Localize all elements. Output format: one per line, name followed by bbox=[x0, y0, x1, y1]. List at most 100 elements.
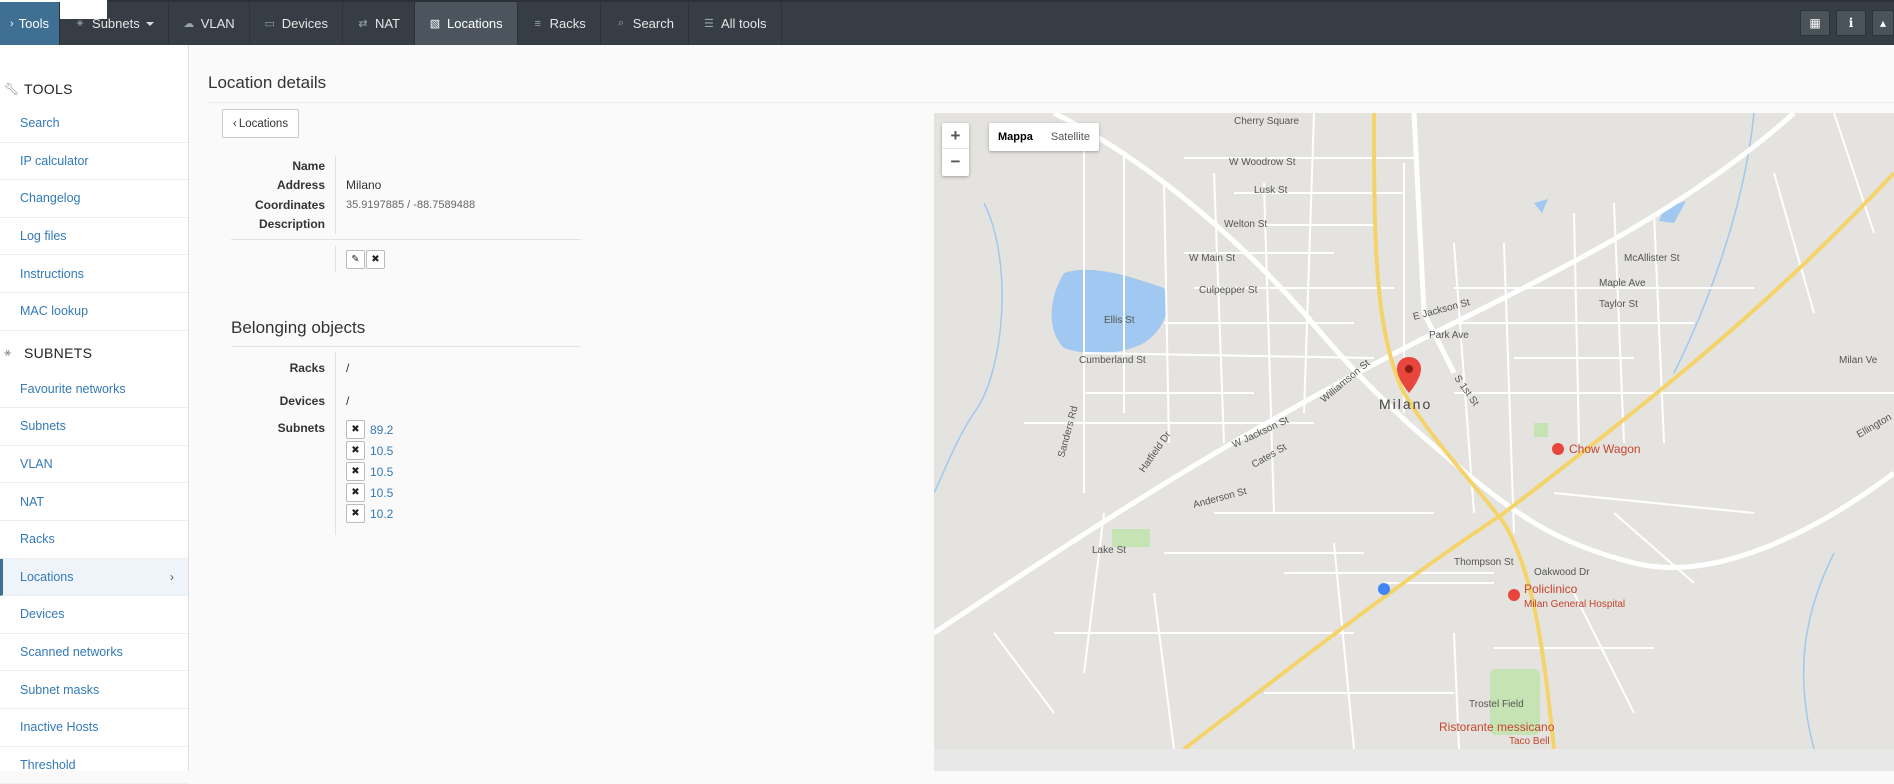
edit-location-button[interactable]: ✎ bbox=[346, 250, 365, 269]
street-label: Trostel Field bbox=[1469, 699, 1524, 710]
chevron-right-icon: › bbox=[170, 570, 174, 584]
nav-tools[interactable]: › Tools bbox=[0, 2, 60, 45]
subnet-row: ✖ 10.5 bbox=[346, 482, 393, 503]
sidebar-item-subnets[interactable]: Subnets bbox=[0, 408, 188, 446]
poi-taco-bell[interactable]: Taco Bell bbox=[1509, 736, 1550, 747]
street-label: Park Ave bbox=[1429, 330, 1469, 341]
location-details-table: Name Address Milano Coordinates 35.91978… bbox=[231, 156, 581, 234]
poi-hospital[interactable]: Milan General Hospital bbox=[1524, 599, 1625, 610]
sidebar-item-locations[interactable]: Locations› bbox=[0, 559, 188, 597]
sidebar-item-search[interactable]: Search bbox=[0, 105, 188, 143]
sidebar-item-label: Subnets bbox=[20, 419, 66, 433]
sidebar-subnets-list: Favourite networks Subnets VLAN NATRacksLoc… bbox=[0, 371, 188, 784]
address-value: Milano bbox=[335, 176, 381, 196]
map-type-satellite-button[interactable]: Satellite bbox=[1042, 123, 1099, 151]
poi-chow-wagon[interactable]: Chow Wagon bbox=[1569, 442, 1641, 456]
nav-racks[interactable]: ≡ Racks bbox=[518, 2, 601, 45]
subnet-row: ✖ 10.5 bbox=[346, 440, 393, 461]
subnet-link[interactable]: 10.5 bbox=[370, 444, 393, 458]
nav-nat[interactable]: ⇄ NAT bbox=[343, 2, 415, 45]
subnets-value: ✖ 89.2 ✖ 10.5 ✖ 10.5 ✖ 10.5 ✖ 10.2 bbox=[335, 417, 393, 535]
sidebar-item-instructions[interactable]: Instructions bbox=[0, 255, 188, 293]
street-label: Lake St bbox=[1092, 545, 1126, 556]
sidebar-item-changelog[interactable]: Changelog bbox=[0, 180, 188, 218]
subnet-link[interactable]: 10.5 bbox=[370, 465, 393, 479]
subnet-link[interactable]: 10.5 bbox=[370, 486, 393, 500]
belonging-row-devices: Devices / bbox=[231, 384, 581, 417]
coordinates-label: Coordinates bbox=[231, 195, 335, 215]
remove-subnet-button[interactable]: ✖ bbox=[346, 441, 365, 460]
map-icon: ▧ bbox=[429, 17, 441, 30]
hospital-poi-icon[interactable] bbox=[1508, 589, 1520, 601]
delete-location-button[interactable]: ✖ bbox=[366, 250, 385, 269]
sidebar-item-mac-lookup[interactable]: MAC lookup bbox=[0, 293, 188, 331]
zoom-in-button[interactable]: + bbox=[942, 123, 969, 149]
racks-value: / bbox=[335, 352, 349, 384]
desktop-icon: ▭ bbox=[264, 17, 276, 30]
sidebar-item-favourite-networks[interactable]: Favourite networks bbox=[0, 371, 188, 409]
sidebar-item-subnet-masks[interactable]: Subnet masks bbox=[0, 671, 188, 709]
location-map[interactable]: Cherry SquareW Woodrow StLusk StWelton S… bbox=[934, 113, 1894, 749]
sidebar-item-log-files[interactable]: Log files bbox=[0, 218, 188, 256]
top-nav: › Tools ⚹ Subnets ☁ VLAN ▭ Devices ⇄ NAT… bbox=[0, 2, 782, 45]
nav-locations[interactable]: ▧ Locations bbox=[415, 2, 518, 45]
school-poi-icon[interactable] bbox=[1378, 583, 1390, 595]
nav-all-tools[interactable]: ☰ All tools bbox=[689, 2, 782, 45]
nav-vlan[interactable]: ☁ VLAN bbox=[169, 2, 250, 45]
remove-subnet-button[interactable]: ✖ bbox=[346, 483, 365, 502]
subnet-row: ✖ 10.5 bbox=[346, 461, 393, 482]
name-value bbox=[335, 156, 346, 176]
remove-subnet-button[interactable]: ✖ bbox=[346, 504, 365, 523]
sidebar-item-devices[interactable]: Devices bbox=[0, 596, 188, 634]
street-label: Milan Ve bbox=[1839, 355, 1878, 366]
back-to-locations-button[interactable]: ‹ Locations bbox=[222, 109, 299, 138]
sitemap-icon: ⚹ bbox=[4, 345, 18, 360]
sidebar-item-nat[interactable]: NAT bbox=[0, 483, 188, 521]
poi-ristorante[interactable]: Ristorante messicano bbox=[1439, 720, 1555, 734]
sidebar-item-inactive-hosts[interactable]: Inactive Hosts bbox=[0, 709, 188, 747]
devices-label: Devices bbox=[231, 384, 335, 417]
subnet-row: ✖ 89.2 bbox=[346, 419, 393, 440]
sidebar-item-label: Favourite networks bbox=[20, 382, 126, 396]
grid-icon: ▦ bbox=[1809, 16, 1820, 30]
street-label: W Main St bbox=[1189, 253, 1235, 264]
nav-search[interactable]: ⌕ Search bbox=[601, 2, 689, 45]
sidebar-item-label: Changelog bbox=[20, 191, 80, 205]
remove-subnet-button[interactable]: ✖ bbox=[346, 462, 365, 481]
dashboard-button[interactable]: ▦ bbox=[1800, 10, 1830, 36]
wrench-icon: 🔧︎ bbox=[4, 82, 18, 96]
sidebar-item-scanned-networks[interactable]: Scanned networks bbox=[0, 634, 188, 672]
actions-row: ✎ ✖ bbox=[231, 246, 581, 272]
detail-row-description: Description bbox=[231, 215, 581, 235]
close-icon: ✖ bbox=[371, 254, 379, 265]
street-label: McAllister St bbox=[1624, 253, 1680, 264]
map-type-map-button[interactable]: Mappa bbox=[989, 123, 1042, 151]
poi-policlinico[interactable]: Policlinico bbox=[1524, 582, 1578, 596]
sidebar-item-racks[interactable]: Racks bbox=[0, 521, 188, 559]
nav-tools-label: Tools bbox=[19, 16, 49, 31]
sidebar-item-ip-calculator[interactable]: IP calculator bbox=[0, 143, 188, 181]
sidebar-item-label: Search bbox=[20, 116, 60, 130]
description-label: Description bbox=[231, 215, 335, 235]
remove-subnet-button[interactable]: ✖ bbox=[346, 420, 365, 439]
top-right-controls: ▦ i ▴ bbox=[1794, 10, 1894, 36]
nav-locations-label: Locations bbox=[447, 16, 503, 31]
user-icon: ▴ bbox=[1880, 16, 1886, 30]
sidebar-item-vlan[interactable]: VLAN bbox=[0, 446, 188, 484]
nav-subnets[interactable]: ⚹ Subnets bbox=[60, 2, 169, 45]
close-icon: ✖ bbox=[351, 445, 359, 456]
subnet-link[interactable]: 10.2 bbox=[370, 507, 393, 521]
user-button[interactable]: ▴ bbox=[1872, 10, 1894, 36]
sidebar-heading-tools-label: TOOLS bbox=[24, 81, 73, 97]
belonging-row-subnets: Subnets ✖89.2✖10.5✖10.5✖10.5✖10.2 bbox=[231, 417, 581, 535]
zoom-out-button[interactable]: − bbox=[942, 149, 969, 175]
subnet-link[interactable]: 89.2 bbox=[370, 423, 393, 437]
sidebar-item-label: VLAN bbox=[20, 457, 53, 471]
restaurant-poi-icon[interactable] bbox=[1552, 443, 1564, 455]
chevron-right-icon: › bbox=[10, 18, 14, 30]
close-icon: ✖ bbox=[351, 487, 359, 498]
info-button[interactable]: i bbox=[1836, 10, 1866, 36]
nav-devices[interactable]: ▭ Devices bbox=[250, 2, 343, 45]
sidebar-item-threshold[interactable]: Threshold bbox=[0, 747, 188, 784]
belonging-objects-table: Racks / Devices / Subnets ✖89.2✖10.5✖10.… bbox=[231, 352, 581, 535]
